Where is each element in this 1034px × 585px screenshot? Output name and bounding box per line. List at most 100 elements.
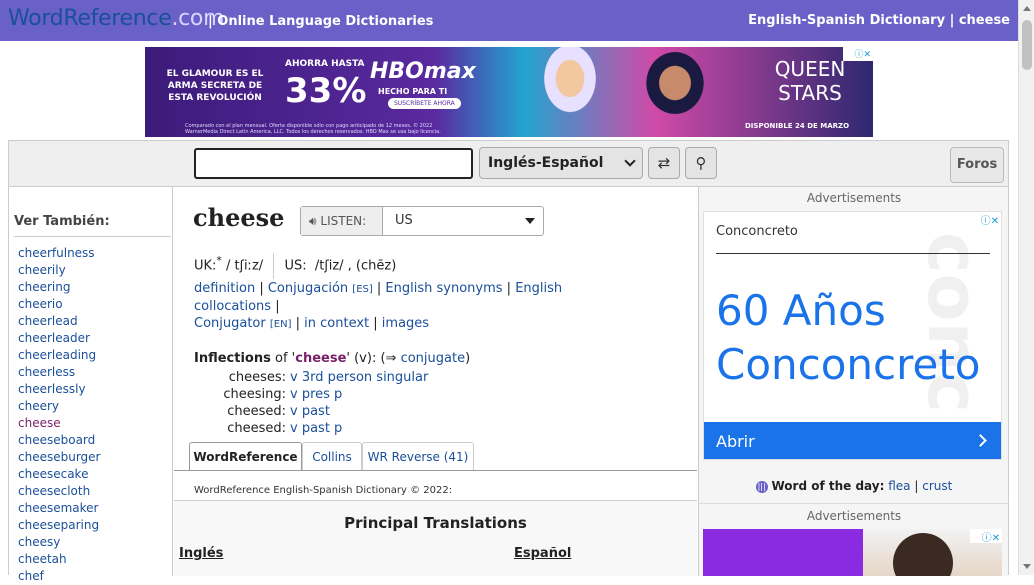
see-also-item[interactable]: cheery — [18, 398, 100, 415]
see-also-item[interactable]: cheesecake — [18, 466, 100, 483]
see-also-link[interactable]: chef — [18, 569, 44, 583]
inflections-label: Inflections — [194, 351, 271, 366]
see-also-item[interactable]: chef — [18, 568, 100, 585]
see-also-link[interactable]: cheering — [18, 280, 70, 294]
see-also-item[interactable]: cheesemaker — [18, 500, 100, 517]
ad-person-image — [625, 47, 725, 137]
see-also-link[interactable]: cheesecake — [18, 467, 88, 481]
see-also-link[interactable]: cheesecloth — [18, 484, 90, 498]
see-also-item[interactable]: cheerless — [18, 364, 100, 381]
in-context-link[interactable]: in context — [304, 316, 369, 331]
inflection-desc[interactable]: v 3rd person singular — [290, 370, 428, 385]
see-also-item-current[interactable]: cheese — [18, 415, 100, 432]
see-also-link[interactable]: cheerio — [18, 297, 63, 311]
inflection-desc[interactable]: v past p — [290, 421, 342, 436]
see-also-item[interactable]: cheesy — [18, 534, 100, 551]
definition-link[interactable]: definition — [194, 281, 255, 296]
tab-wr-reverse[interactable]: WR Reverse (41) — [362, 442, 474, 471]
see-also-link[interactable]: cheeseburger — [18, 450, 100, 464]
ad-close-icon[interactable]: ⓘ✕ — [843, 47, 873, 61]
scroll-down-arrow[interactable] — [1023, 564, 1031, 569]
see-also-item[interactable]: cheesecloth — [18, 483, 100, 500]
forums-button[interactable]: Foros — [950, 147, 1004, 183]
side-advertisement[interactable]: conc Conconcreto 60 Años Conconcreto Abri… — [703, 211, 1002, 460]
listen-button[interactable]: 🔊︎ LISTEN: — [301, 207, 383, 235]
see-also-item[interactable]: cheerlead — [18, 313, 100, 330]
inflection-desc[interactable]: v pres p — [290, 387, 342, 402]
entry-content: cheese 🔊︎ LISTEN: US UK:* / tʃiːz/ US: /… — [174, 187, 697, 576]
see-also-item[interactable]: cheeseparing — [18, 517, 100, 534]
see-also-link[interactable]: cheery — [18, 399, 59, 413]
tab-collins[interactable]: Collins — [302, 442, 362, 471]
see-also-item[interactable]: cheerlessly — [18, 381, 100, 398]
ad-headline-line: Conconcreto — [716, 340, 981, 389]
see-also-link[interactable]: cheerless — [18, 365, 75, 379]
headword: cheese — [193, 203, 285, 232]
ad-close-icon[interactable]: ⓘ✕ — [969, 212, 1001, 227]
chevron-right-icon — [974, 434, 987, 447]
see-also-link[interactable]: cheerlead — [18, 314, 78, 328]
accent-select-value[interactable]: US — [395, 207, 413, 235]
see-also-link[interactable]: cheeseboard — [18, 433, 95, 447]
see-also-item[interactable]: cheering — [18, 279, 100, 296]
site-logo[interactable]: WordReference.com — [8, 6, 225, 31]
images-link[interactable]: images — [382, 316, 429, 331]
inflection-row: cheesing: v pres p — [194, 386, 428, 403]
wotd-separator: | — [914, 479, 919, 493]
search-input[interactable] — [194, 148, 473, 179]
side-advertisement-2[interactable]: ⓘ✕ — [703, 529, 1002, 576]
inflection-row: cheesed: v past p — [194, 420, 428, 437]
see-also-item[interactable]: cheerio — [18, 296, 100, 313]
inflection-desc[interactable]: v past — [290, 404, 330, 419]
see-also-item[interactable]: cheeseburger — [18, 449, 100, 466]
see-also-item[interactable]: cheerfulness — [18, 245, 100, 262]
ad-save-label: AHORRA HASTA — [285, 59, 365, 69]
swap-languages-button[interactable]: ⇄ — [648, 147, 680, 179]
see-also-link[interactable]: cheesy — [18, 535, 60, 549]
wotd-link[interactable]: flea — [888, 479, 910, 493]
tab-wordreference[interactable]: WordReference — [189, 442, 302, 471]
ad-person-image — [525, 47, 615, 137]
scroll-up-arrow[interactable] — [1023, 6, 1031, 11]
us-pronunciation: /tʃiz/ , (chēz) — [314, 258, 397, 274]
page-scrollbar[interactable] — [1018, 0, 1034, 575]
see-also-link[interactable]: cheese — [18, 416, 61, 430]
listen-label: LISTEN: — [320, 214, 367, 228]
divider — [174, 500, 697, 501]
see-also-link[interactable]: cheesemaker — [18, 501, 98, 515]
ad-close-icon[interactable]: ⓘ✕ — [970, 529, 1002, 544]
listen-control[interactable]: 🔊︎ LISTEN: US — [300, 206, 544, 236]
see-also-item[interactable]: cheerleader — [18, 330, 100, 347]
scroll-thumb[interactable] — [1022, 20, 1032, 70]
divider — [699, 503, 1009, 504]
main-panel: Inglés-Español ⇄ ⚲ Foros Ver También: ch… — [8, 140, 1009, 583]
see-also-item[interactable]: cheerily — [18, 262, 100, 279]
see-also-item[interactable]: cheeseboard — [18, 432, 100, 449]
see-also-item[interactable]: cheerleading — [18, 347, 100, 364]
conjugator-link[interactable]: Conjugator [EN] — [194, 316, 292, 331]
conjugate-link[interactable]: conjugate — [401, 351, 466, 366]
see-also-link[interactable]: cheerily — [18, 263, 66, 277]
ad-cta[interactable]: SUSCRÍBETE AHORA — [388, 98, 461, 109]
see-also-link[interactable]: cheerfulness — [18, 246, 95, 260]
ad-open-button[interactable]: Abrir — [704, 422, 1001, 459]
logo-text: WordReference — [8, 6, 172, 31]
synonyms-link[interactable]: English synonyms — [385, 281, 502, 296]
see-also-link[interactable]: cheeseparing — [18, 518, 99, 532]
us-label: US: — [284, 258, 307, 274]
search-button[interactable]: ⚲ — [685, 147, 717, 179]
wotd-link[interactable]: crust — [922, 479, 952, 493]
conjugacion-link[interactable]: Conjugación [ES] — [268, 281, 373, 296]
see-also-item[interactable]: cheetah — [18, 551, 100, 568]
wotd-label: Word of the day: — [771, 479, 885, 493]
see-also-link[interactable]: cheerleading — [18, 348, 96, 362]
language-select[interactable]: Inglés-Español — [479, 147, 643, 179]
ad-slogan: EL GLAMOUR ES EL ARMA SECRETA DE ESTA RE… — [166, 69, 264, 103]
ad-headline-line: 60 Años — [716, 286, 886, 335]
pronunciation: UK:* / tʃiːz/ US: /tʃiz/ , (chēz) — [194, 253, 396, 279]
see-also-link[interactable]: cheetah — [18, 552, 67, 566]
dictionary-link[interactable]: English-Spanish Dictionary | cheese — [748, 13, 1010, 28]
see-also-link[interactable]: cheerleader — [18, 331, 90, 345]
top-advertisement[interactable]: EL GLAMOUR ES EL ARMA SECRETA DE ESTA RE… — [145, 47, 873, 137]
see-also-link[interactable]: cheerlessly — [18, 382, 86, 396]
